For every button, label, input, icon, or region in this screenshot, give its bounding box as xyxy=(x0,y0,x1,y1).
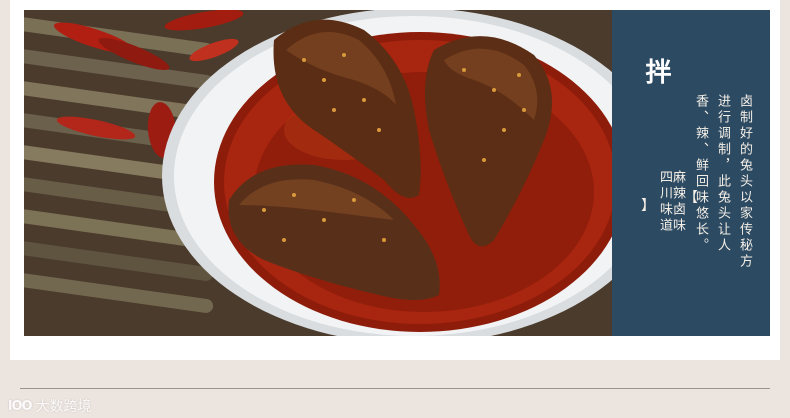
description-line-2: 进行调制，此兔头让人 xyxy=(715,94,730,254)
watermark-logo: lOO xyxy=(8,398,33,414)
panel-subtitle: 【 麻辣卤味 四川味道 】 xyxy=(641,102,701,302)
footer-divider xyxy=(20,388,770,389)
bracket-close: 】 xyxy=(641,198,658,214)
panel-title: 拌 xyxy=(641,58,671,84)
description-line-1: 卤制好的兔头以家传秘方 xyxy=(737,94,752,270)
watermark-text: 大数跨境 xyxy=(35,399,92,415)
description-line-3: 香、辣、鲜回味悠长。 xyxy=(693,94,708,254)
subtitle-part2: 四川味道 xyxy=(657,170,672,234)
subtitle-part1: 麻辣卤味 xyxy=(670,170,685,234)
watermark: lOO 大数跨境 xyxy=(8,396,92,416)
description-panel: 拌 【 麻辣卤味 四川味道 】 卤制好的兔头以家传秘方 进行调制，此兔头让人 香… xyxy=(612,10,770,336)
product-photo xyxy=(24,10,612,336)
